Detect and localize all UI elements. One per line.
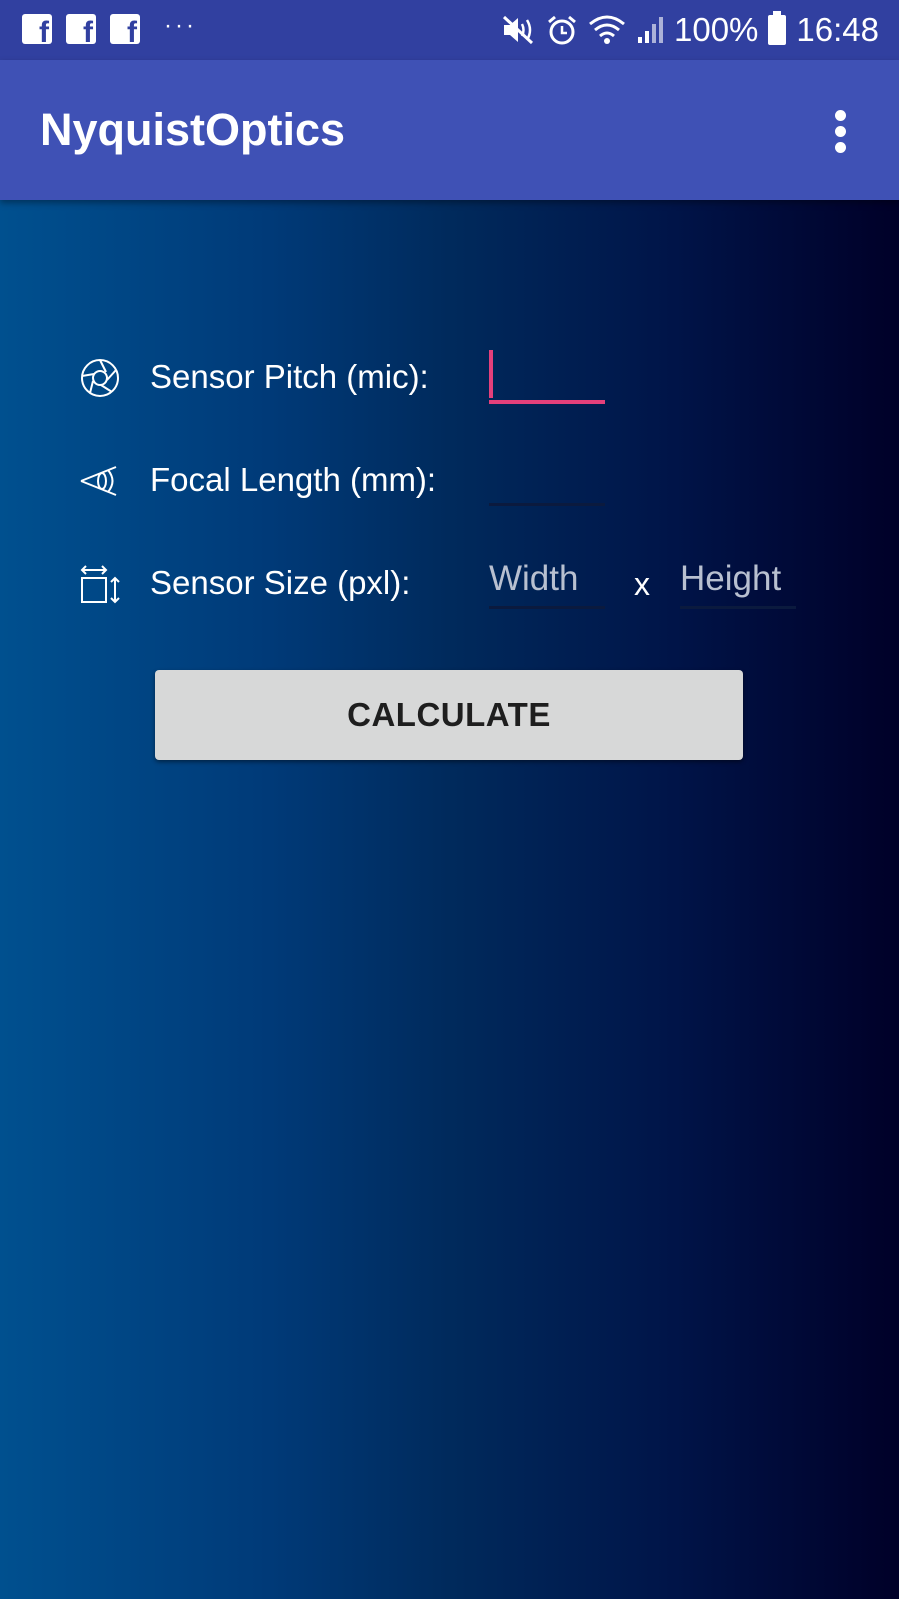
focal-length-field[interactable] — [489, 449, 605, 507]
sensor-width-input[interactable] — [489, 552, 605, 609]
focal-length-input[interactable] — [489, 449, 605, 506]
app-bar: NyquistOptics — [0, 60, 899, 200]
battery-icon — [768, 11, 787, 45]
app-title: NyquistOptics — [40, 104, 346, 155]
dimension-separator: x — [634, 566, 650, 602]
mute-icon — [502, 15, 534, 45]
aperture-icon — [81, 359, 119, 397]
sensor-pitch-field[interactable] — [489, 346, 605, 404]
alarm-icon — [548, 15, 576, 45]
sensor-height-field[interactable] — [680, 552, 796, 610]
overflow-menu-icon[interactable] — [833, 110, 847, 154]
main-content: Sensor Pitch (mic): Focal Length (mm): S… — [0, 200, 899, 1599]
facebook-icon: f — [22, 14, 52, 44]
clock: 16:48 — [796, 11, 879, 48]
notification-area: f f f ··· — [22, 12, 197, 44]
resize-icon — [80, 565, 120, 604]
status-bar: f f f ··· 100% 16:48 — [0, 0, 899, 60]
eye-icon — [80, 466, 117, 496]
facebook-icon: f — [66, 14, 96, 44]
focal-length-label: Focal Length (mm): — [150, 461, 437, 498]
signal-icon — [638, 17, 663, 43]
calculate-button[interactable]: CALCULATE — [155, 670, 743, 760]
sensor-size-label: Sensor Size (pxl): — [150, 564, 411, 601]
text-cursor — [489, 350, 493, 398]
sensor-height-input[interactable] — [680, 552, 796, 609]
sensor-pitch-row: Sensor Pitch (mic): — [0, 342, 899, 412]
sensor-pitch-input[interactable] — [489, 346, 605, 404]
sensor-width-field[interactable] — [489, 552, 605, 610]
system-tray: 100% 16:48 — [492, 8, 879, 52]
more-notifications-icon: ··· — [164, 12, 197, 39]
battery-level: 100% — [674, 11, 759, 48]
sensor-pitch-label: Sensor Pitch (mic): — [150, 358, 429, 395]
focal-length-row: Focal Length (mm): — [0, 445, 899, 515]
sensor-size-row: Sensor Size (pxl): x — [0, 548, 899, 618]
facebook-icon: f — [110, 14, 140, 44]
wifi-icon — [589, 15, 625, 44]
